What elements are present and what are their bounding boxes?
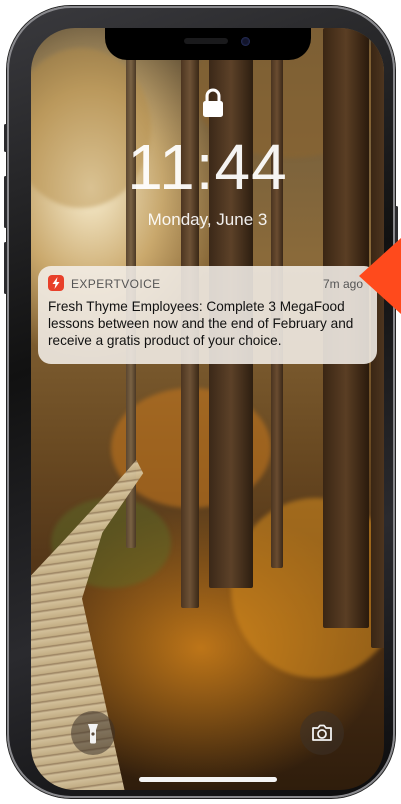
front-camera (241, 37, 250, 46)
callout-arrow (359, 238, 401, 314)
earpiece-speaker (184, 38, 228, 44)
notification-timestamp: 7m ago (322, 277, 363, 291)
lock-screen-time: 11:44 (127, 131, 288, 203)
camera-button[interactable] (300, 711, 344, 755)
notification-card[interactable]: EXPERTVOICE 7m ago Fresh Thyme Employees… (38, 266, 377, 364)
expertvoice-logo-icon (48, 275, 64, 291)
volume-up-button (4, 176, 7, 228)
lock-screen: 11:44 Monday, June 3 EXPERTVOICE 7m ago … (31, 28, 384, 790)
notification-message: Fresh Thyme Employees: Complete 3 MegaFo… (48, 299, 354, 348)
camera-icon (312, 724, 332, 741)
volume-down-button (4, 242, 7, 294)
notification-app-name: EXPERTVOICE (71, 277, 161, 291)
flashlight-button[interactable] (71, 711, 115, 755)
lock-screen-date: Monday, June 3 (147, 210, 268, 229)
mute-switch (4, 124, 7, 152)
flashlight-icon (88, 724, 98, 744)
lock-icon (203, 88, 223, 117)
notch (105, 28, 311, 60)
phone-frame: 11:44 Monday, June 3 EXPERTVOICE 7m ago … (4, 6, 398, 798)
home-indicator[interactable] (139, 777, 277, 782)
bolt-icon (52, 277, 60, 289)
